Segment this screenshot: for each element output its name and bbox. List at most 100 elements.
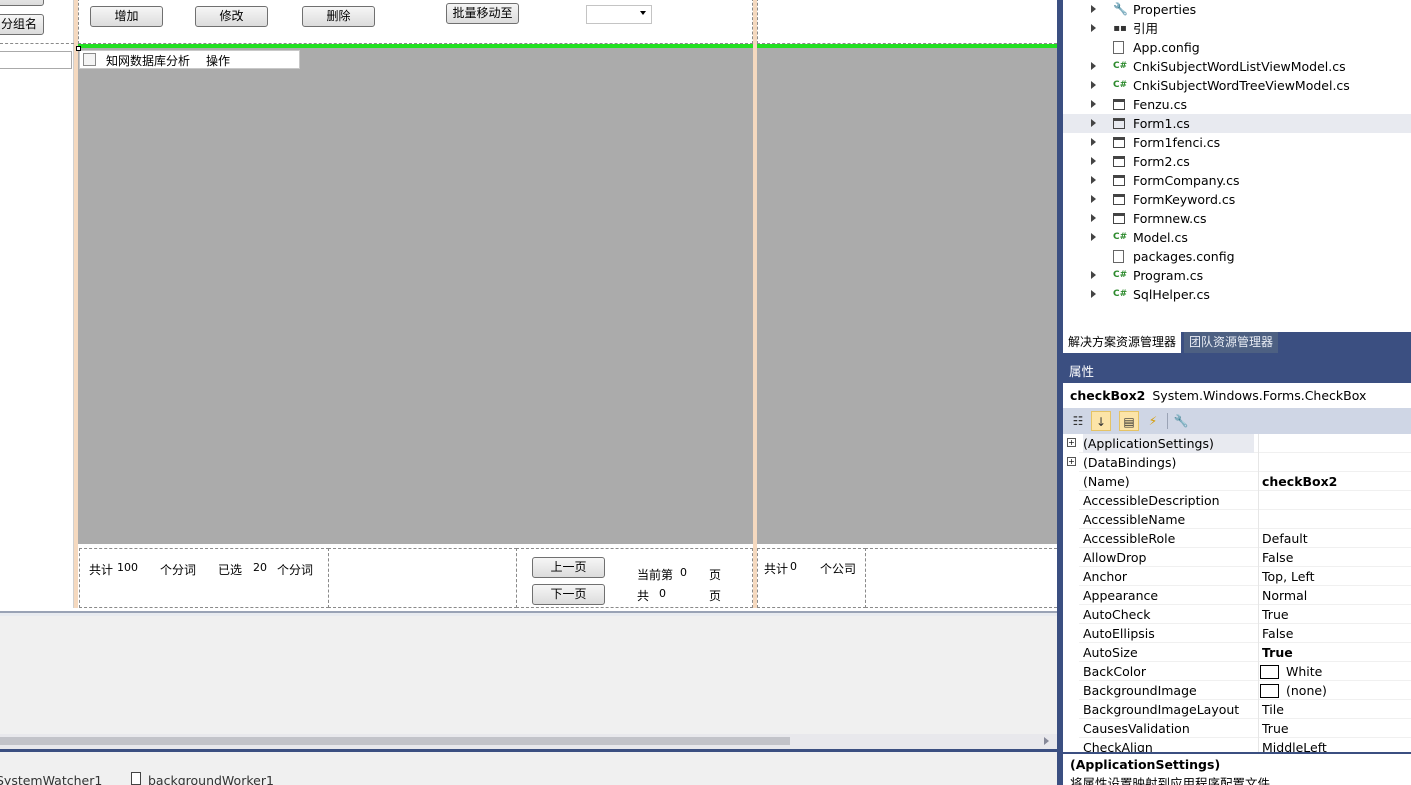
expand-arrow-icon[interactable]: [1091, 0, 1101, 19]
property-value[interactable]: checkBox2: [1258, 472, 1411, 491]
group-name-button[interactable]: 分组名: [0, 14, 44, 35]
property-row[interactable]: AccessibleName: [1063, 510, 1411, 529]
property-row[interactable]: AutoCheck True: [1063, 605, 1411, 624]
next-page-button[interactable]: 下一页: [532, 584, 605, 605]
tree-item[interactable]: Fenzu.cs: [1063, 95, 1411, 114]
property-row[interactable]: AccessibleRole Default: [1063, 529, 1411, 548]
group-name-input[interactable]: [0, 51, 72, 69]
property-row[interactable]: AccessibleDescription: [1063, 491, 1411, 510]
tree-item[interactable]: C# SqlHelper.cs: [1063, 285, 1411, 304]
tree-item[interactable]: Form1fenci.cs: [1063, 133, 1411, 152]
partial-top-button[interactable]: [0, 0, 44, 6]
property-value[interactable]: False: [1258, 548, 1411, 567]
tree-item[interactable]: FormKeyword.cs: [1063, 190, 1411, 209]
expand-plus-icon[interactable]: +: [1067, 457, 1076, 466]
tree-item[interactable]: packages.config: [1063, 247, 1411, 266]
property-value[interactable]: Tile: [1258, 700, 1411, 719]
property-value[interactable]: MiddleLeft: [1258, 738, 1411, 752]
property-row[interactable]: Anchor Top, Left: [1063, 567, 1411, 586]
alphabetical-icon[interactable]: ↓: [1091, 411, 1111, 431]
property-value[interactable]: Normal: [1258, 586, 1411, 605]
events-icon[interactable]: ⚡: [1143, 411, 1163, 431]
property-value[interactable]: [1258, 434, 1411, 453]
company-total-value: 0: [790, 560, 797, 573]
tree-item[interactable]: Form1.cs: [1063, 114, 1411, 133]
edit-button[interactable]: 修改: [195, 6, 268, 27]
property-row[interactable]: BackgroundImageLayout Tile: [1063, 700, 1411, 719]
expand-arrow-icon[interactable]: [1091, 57, 1101, 76]
property-value[interactable]: [1258, 491, 1411, 510]
tree-item[interactable]: FormCompany.cs: [1063, 171, 1411, 190]
move-target-dropdown[interactable]: [586, 5, 652, 24]
tree-item[interactable]: C# Model.cs: [1063, 228, 1411, 247]
property-value-text: (none): [1286, 683, 1327, 698]
property-row[interactable]: BackgroundImage (none): [1063, 681, 1411, 700]
categorized-icon[interactable]: ☷: [1068, 411, 1088, 431]
horizontal-scrollbar[interactable]: [0, 734, 1057, 749]
company-grid[interactable]: [757, 48, 1057, 544]
batch-move-button[interactable]: 批量移动至: [446, 3, 519, 24]
scrollbar-thumb[interactable]: [0, 737, 790, 745]
tree-item[interactable]: Form2.cs: [1063, 152, 1411, 171]
add-button[interactable]: 增加: [90, 6, 163, 27]
form-designer-surface[interactable]: 分组名 增加 修改 删除 批量移动至 知网数据库分析 操作 共计 100 个分词…: [0, 0, 1057, 785]
tree-item[interactable]: C# CnkiSubjectWordTreeViewModel.cs: [1063, 76, 1411, 95]
property-value[interactable]: White: [1258, 662, 1411, 681]
expand-plus-icon[interactable]: +: [1067, 438, 1076, 447]
expand-arrow-icon[interactable]: [1091, 95, 1101, 114]
expand-arrow-icon[interactable]: [1091, 209, 1101, 228]
properties-icon[interactable]: ▤: [1119, 411, 1139, 431]
expand-arrow-icon[interactable]: [1091, 133, 1101, 152]
prev-page-button[interactable]: 上一页: [532, 557, 605, 578]
property-value[interactable]: [1258, 510, 1411, 529]
property-value[interactable]: Default: [1258, 529, 1411, 548]
expand-arrow-icon[interactable]: [1091, 152, 1101, 171]
property-row[interactable]: CausesValidation True: [1063, 719, 1411, 738]
expand-arrow-icon[interactable]: [1091, 190, 1101, 209]
tab-solution-explorer[interactable]: 解决方案资源管理器: [1063, 332, 1182, 353]
property-row[interactable]: BackColor White: [1063, 662, 1411, 681]
expand-arrow-icon[interactable]: [1091, 171, 1101, 190]
property-row[interactable]: AutoSize True: [1063, 643, 1411, 662]
property-row[interactable]: CheckAlign MiddleLeft: [1063, 738, 1411, 752]
properties-object-selector[interactable]: checkBox2 System.Windows.Forms.CheckBox: [1063, 383, 1411, 408]
property-value[interactable]: [1258, 453, 1411, 472]
expand-arrow-icon[interactable]: [1091, 285, 1101, 304]
expand-arrow-icon[interactable]: [1091, 76, 1101, 95]
expand-arrow-icon[interactable]: [1091, 228, 1101, 247]
property-value[interactable]: True: [1258, 719, 1411, 738]
property-row[interactable]: + (DataBindings): [1063, 453, 1411, 472]
tray-component-worker[interactable]: backgroundWorker1: [148, 773, 274, 785]
property-row[interactable]: AllowDrop False: [1063, 548, 1411, 567]
property-row[interactable]: + (ApplicationSettings): [1063, 434, 1411, 453]
csharp-file-icon: C#: [1113, 232, 1128, 242]
tree-item[interactable]: C# Program.cs: [1063, 266, 1411, 285]
scroll-right-icon[interactable]: [1044, 737, 1049, 745]
designer-background: [0, 616, 1057, 734]
property-row[interactable]: (Name) checkBox2: [1063, 472, 1411, 491]
property-value[interactable]: (none): [1258, 681, 1411, 700]
property-value[interactable]: True: [1258, 643, 1411, 662]
property-row[interactable]: AutoEllipsis False: [1063, 624, 1411, 643]
expand-arrow-icon[interactable]: [1091, 266, 1101, 285]
word-grid[interactable]: [78, 48, 753, 544]
select-all-checkbox[interactable]: [83, 53, 96, 66]
tab-team-explorer[interactable]: 团队资源管理器: [1184, 332, 1279, 353]
property-value[interactable]: Top, Left: [1258, 567, 1411, 586]
tree-item[interactable]: 🔧 Properties: [1063, 0, 1411, 19]
tray-component-watcher[interactable]: SystemWatcher1: [0, 773, 102, 785]
selected-label: 已选: [218, 563, 243, 577]
selection-handle[interactable]: [76, 46, 81, 51]
tree-item[interactable]: C# CnkiSubjectWordListViewModel.cs: [1063, 57, 1411, 76]
property-row[interactable]: Appearance Normal: [1063, 586, 1411, 605]
tree-item[interactable]: Formnew.cs: [1063, 209, 1411, 228]
form-file-icon: [1113, 118, 1125, 129]
property-value[interactable]: False: [1258, 624, 1411, 643]
tree-item[interactable]: ▪▪ 引用: [1063, 19, 1411, 38]
tree-item[interactable]: App.config: [1063, 38, 1411, 57]
expand-arrow-icon[interactable]: [1091, 19, 1101, 38]
delete-button[interactable]: 删除: [302, 6, 375, 27]
property-value[interactable]: True: [1258, 605, 1411, 624]
expand-arrow-icon[interactable]: [1091, 114, 1101, 133]
property-pages-icon[interactable]: 🔧: [1171, 411, 1191, 431]
